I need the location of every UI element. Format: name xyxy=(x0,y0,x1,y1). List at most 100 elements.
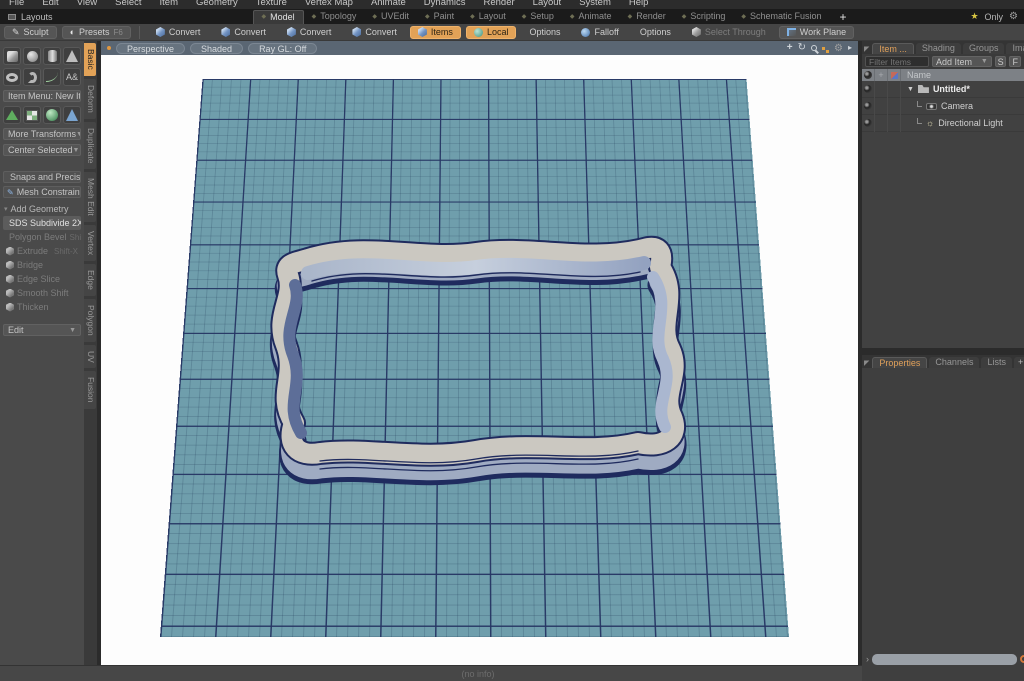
tab-channels[interactable]: Channels xyxy=(929,357,980,368)
eye-icon[interactable] xyxy=(864,119,872,127)
layout-tab-layout[interactable]: ◆ Layout xyxy=(462,10,514,23)
menu-dynamics[interactable]: Dynamics xyxy=(415,0,475,9)
menu-texture[interactable]: Texture xyxy=(247,0,296,9)
expand-arrow-icon[interactable]: ▸ xyxy=(848,43,852,53)
menu-help[interactable]: Help xyxy=(620,0,658,9)
shading-mode-button[interactable]: Shaded xyxy=(190,42,244,54)
menu-animate[interactable]: Animate xyxy=(362,0,415,9)
add-item-dropdown[interactable]: Add Item ▼ xyxy=(932,56,992,67)
menu-select[interactable]: Select xyxy=(106,0,150,9)
primitive-cone-button[interactable] xyxy=(63,47,81,65)
layout-tab-schematic-fusion[interactable]: ◆ Schematic Fusion xyxy=(733,10,829,23)
work-plane-button[interactable]: Work Plane xyxy=(778,25,855,39)
center-selected-dropdown[interactable]: Center Selected ▼ xyxy=(3,144,81,156)
items-mode-button[interactable]: Items xyxy=(409,25,461,39)
tool-edge-slice[interactable]: Edge Slice xyxy=(3,272,81,286)
layouts-menu[interactable]: Layouts xyxy=(21,12,53,22)
panel-corner-icon[interactable]: ◤ xyxy=(864,45,869,53)
menu-geometry[interactable]: Geometry xyxy=(187,0,247,9)
tool-extrude[interactable]: Extrude Shift-X xyxy=(3,244,81,258)
raygl-button[interactable]: Ray GL: Off xyxy=(248,42,318,54)
add-layout-tab-button[interactable]: + xyxy=(830,10,857,24)
tool-sds-subdivide[interactable]: SDS Subdivide 2X xyxy=(3,216,81,230)
gear-icon[interactable]: ⚙ xyxy=(1009,11,1018,22)
sidebar-tab-vertex[interactable]: Vertex xyxy=(84,224,96,262)
menu-system[interactable]: System xyxy=(570,0,620,9)
primitive-cube-button[interactable] xyxy=(3,47,21,65)
layout-tab-uvedit[interactable]: ◆ UVEdit xyxy=(364,10,417,23)
primitive-sphere-button[interactable] xyxy=(23,47,41,65)
sidebar-tab-mesh-edit[interactable]: Mesh Edit xyxy=(84,172,96,222)
sidebar-tab-uv[interactable]: UV xyxy=(84,344,96,369)
item-row-scene[interactable]: ▼ Untitled* xyxy=(862,80,1024,98)
select-through-button[interactable]: Select Through xyxy=(684,26,774,39)
layout-tab-animate[interactable]: ◆ Animate xyxy=(562,10,620,23)
disclosure-triangle-icon[interactable]: ▼ xyxy=(907,86,914,93)
layout-tab-topology[interactable]: ◆ Topology xyxy=(304,10,365,23)
tool-smooth-shift[interactable]: Smooth Shift xyxy=(3,286,81,300)
sidebar-tab-fusion[interactable]: Fusion xyxy=(84,371,96,409)
layout-tab-render[interactable]: ◆ Render xyxy=(620,10,674,23)
filter-button[interactable]: F xyxy=(1009,56,1021,67)
item-row-directional-light[interactable]: ☼ Directional Light xyxy=(862,114,1024,132)
tab-lists[interactable]: Lists xyxy=(981,357,1012,368)
menu-vertex-map[interactable]: Vertex Map xyxy=(296,0,362,9)
tab-item-list[interactable]: Item ... xyxy=(872,43,914,54)
sidebar-tab-deform[interactable]: Deform xyxy=(84,78,96,119)
edit-dropdown[interactable]: Edit ▼ xyxy=(3,324,81,336)
command-input[interactable] xyxy=(872,653,1017,665)
convert-button-4[interactable]: Convert xyxy=(344,26,405,39)
menu-layout[interactable]: Layout xyxy=(524,0,571,9)
primitive-torus-button[interactable] xyxy=(3,68,21,86)
tab-images[interactable]: Images xyxy=(1006,43,1024,54)
snaps-precision-button[interactable]: Snaps and Precision xyxy=(3,171,81,183)
only-toggle[interactable]: Only xyxy=(985,12,1004,22)
options-button-1[interactable]: Options xyxy=(521,26,568,39)
sidebar-tab-edge[interactable]: Edge xyxy=(84,264,96,296)
local-axis-button[interactable]: Local xyxy=(465,25,517,39)
falloff-button[interactable]: Falloff xyxy=(573,26,626,39)
view-type-button[interactable]: Perspective xyxy=(116,42,186,54)
menu-edit[interactable]: Edit xyxy=(33,0,67,9)
tab-properties[interactable]: Properties xyxy=(872,357,928,368)
pan-icon[interactable]: + xyxy=(787,43,793,53)
sidebar-tab-duplicate[interactable]: Duplicate xyxy=(84,121,96,170)
convert-button-2[interactable]: Convert xyxy=(213,26,274,39)
layout-tab-model[interactable]: ◆ Model xyxy=(252,9,304,24)
viewport-canvas[interactable] xyxy=(101,55,858,665)
convert-button-3[interactable]: Convert xyxy=(279,26,340,39)
layout-tab-paint[interactable]: ◆ Paint xyxy=(417,10,462,23)
pivot-tool-button[interactable] xyxy=(3,106,21,124)
tool-thicken[interactable]: Thicken xyxy=(3,300,81,314)
mesh-constraints-button[interactable]: ✎ Mesh Constraints xyxy=(3,186,81,198)
cookie-cutter-mesh[interactable] xyxy=(256,225,701,490)
sidebar-tab-polygon[interactable]: Polygon xyxy=(84,298,96,342)
link-icon[interactable] xyxy=(822,46,826,50)
curve-tool-button[interactable] xyxy=(43,68,61,86)
text-tool-button[interactable]: A& xyxy=(63,68,81,86)
tool-polygon-bevel[interactable]: Polygon BevelShift-B xyxy=(3,230,81,244)
uv-cone-button[interactable] xyxy=(63,106,81,124)
menu-file[interactable]: File xyxy=(0,0,33,9)
sidebar-tab-basic[interactable]: Basic xyxy=(84,43,96,76)
add-geometry-section[interactable]: ▾ Add Geometry xyxy=(4,204,81,214)
primitive-cylinder-button[interactable] xyxy=(43,47,61,65)
filter-items-input[interactable] xyxy=(865,56,929,67)
options-button-2[interactable]: Options xyxy=(632,26,679,39)
item-menu-dropdown[interactable]: Item Menu: New Item▼ xyxy=(3,90,81,102)
primitive-ear-button[interactable] xyxy=(23,68,41,86)
panel-splitter[interactable] xyxy=(862,348,1024,355)
sculpt-button[interactable]: ✎ Sculpt xyxy=(4,25,57,39)
menu-render[interactable]: Render xyxy=(475,0,524,9)
menu-item[interactable]: Item xyxy=(151,0,187,9)
viewport-gear-icon[interactable]: ⚙ xyxy=(834,43,843,54)
ground-plane-button[interactable] xyxy=(23,106,41,124)
layout-tab-scripting[interactable]: ◆ Scripting xyxy=(674,10,734,23)
panel-corner-icon[interactable]: ◤ xyxy=(864,359,869,367)
zoom-icon[interactable] xyxy=(811,45,818,51)
eye-icon[interactable] xyxy=(864,102,872,110)
rotate-icon[interactable]: ↻ xyxy=(798,43,806,53)
item-list-empty-area[interactable] xyxy=(862,132,1024,348)
viewport-3d[interactable]: Perspective Shaded Ray GL: Off + ↻ ⚙ ▸ xyxy=(101,41,858,665)
more-transforms-dropdown[interactable]: More Transforms▼ xyxy=(3,128,81,140)
